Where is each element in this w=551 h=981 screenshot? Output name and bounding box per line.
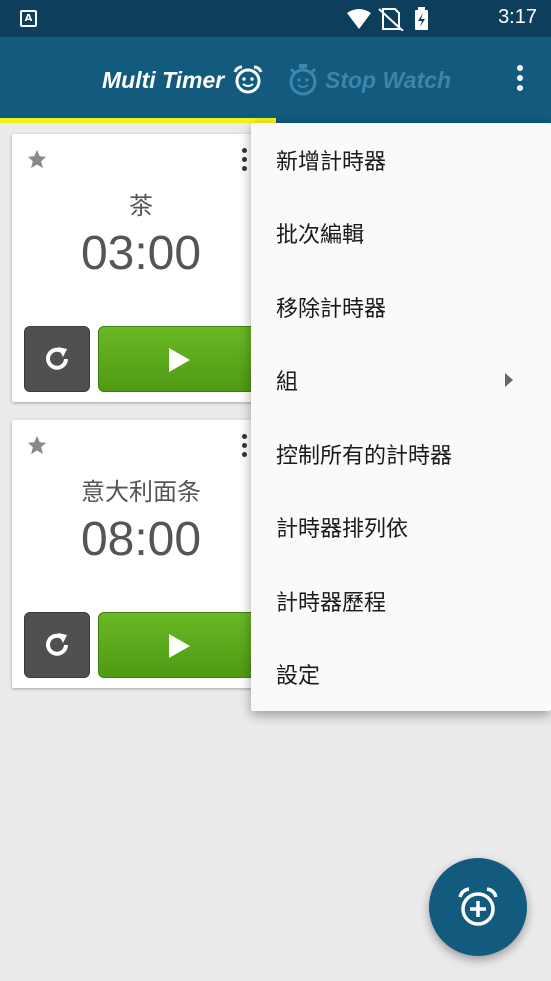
reset-button[interactable] — [24, 612, 90, 678]
timer-name: 茶 — [129, 192, 153, 220]
menu-item-label: 批次編輯 — [276, 223, 365, 249]
add-timer-fab[interactable] — [429, 858, 527, 956]
notification-a-icon: A — [20, 10, 37, 27]
card-more-icon[interactable] — [240, 434, 248, 460]
refresh-icon — [46, 633, 68, 656]
submenu-arrow-icon — [505, 372, 513, 387]
card-more-icon[interactable] — [240, 148, 248, 174]
more-vert-icon[interactable] — [509, 65, 531, 97]
timer-name: 意大利面条 — [81, 478, 201, 506]
tab-multi-timer-label: Multi Timer — [102, 66, 225, 93]
app-bar: Multi Timer Stop Watch — [0, 37, 551, 123]
status-bar: A 3:17 — [0, 0, 551, 37]
menu-item-label: 新增計時器 — [276, 149, 387, 175]
tab-multi-timer[interactable]: Multi Timer — [102, 60, 264, 100]
menu-item-add-timer[interactable]: 新增計時器 — [251, 123, 551, 197]
stopwatch-icon — [289, 64, 317, 96]
tab-stop-watch[interactable]: Stop Watch — [287, 60, 451, 100]
menu-item-remove-timer[interactable]: 移除計時器 — [251, 270, 551, 344]
status-icons — [345, 7, 455, 35]
menu-item-label: 設定 — [276, 664, 321, 690]
star-icon[interactable] — [26, 434, 48, 456]
menu-item-settings[interactable]: 設定 — [251, 638, 551, 712]
reset-button[interactable] — [24, 326, 90, 392]
wifi-icon — [347, 9, 371, 29]
menu-item-label: 移除計時器 — [276, 296, 387, 322]
status-time: 3:17 — [498, 6, 537, 28]
menu-item-history[interactable]: 計時器歷程 — [251, 564, 551, 638]
battery-charging-icon — [415, 7, 428, 30]
timer-time: 08:00 — [80, 513, 202, 566]
menu-item-batch-edit[interactable]: 批次編輯 — [251, 197, 551, 271]
tab-stop-watch-label: Stop Watch — [325, 66, 452, 93]
star-icon[interactable] — [26, 148, 48, 170]
play-icon — [169, 348, 190, 372]
menu-item-label: 計時器排列依 — [276, 517, 409, 543]
timer-time: 03:00 — [80, 227, 202, 280]
refresh-icon — [46, 347, 68, 370]
menu-item-label: 計時器歷程 — [276, 590, 387, 616]
tab-indicator — [0, 118, 276, 123]
menu-item-sort-by[interactable]: 計時器排列依 — [251, 491, 551, 565]
menu-item-group[interactable]: 組 — [251, 344, 551, 418]
add-alarm-icon — [458, 887, 498, 926]
play-icon — [169, 634, 190, 658]
menu-item-control-all[interactable]: 控制所有的計時器 — [251, 417, 551, 491]
menu-item-label: 組 — [276, 370, 299, 396]
menu-item-label: 控制所有的計時器 — [276, 443, 453, 469]
overflow-menu: 新增計時器 批次編輯 移除計時器 組 控制所有的計時器 計時器排列依 計時器歷程… — [251, 123, 551, 711]
no-sim-icon — [378, 8, 404, 32]
alarm-face-icon — [233, 65, 263, 94]
